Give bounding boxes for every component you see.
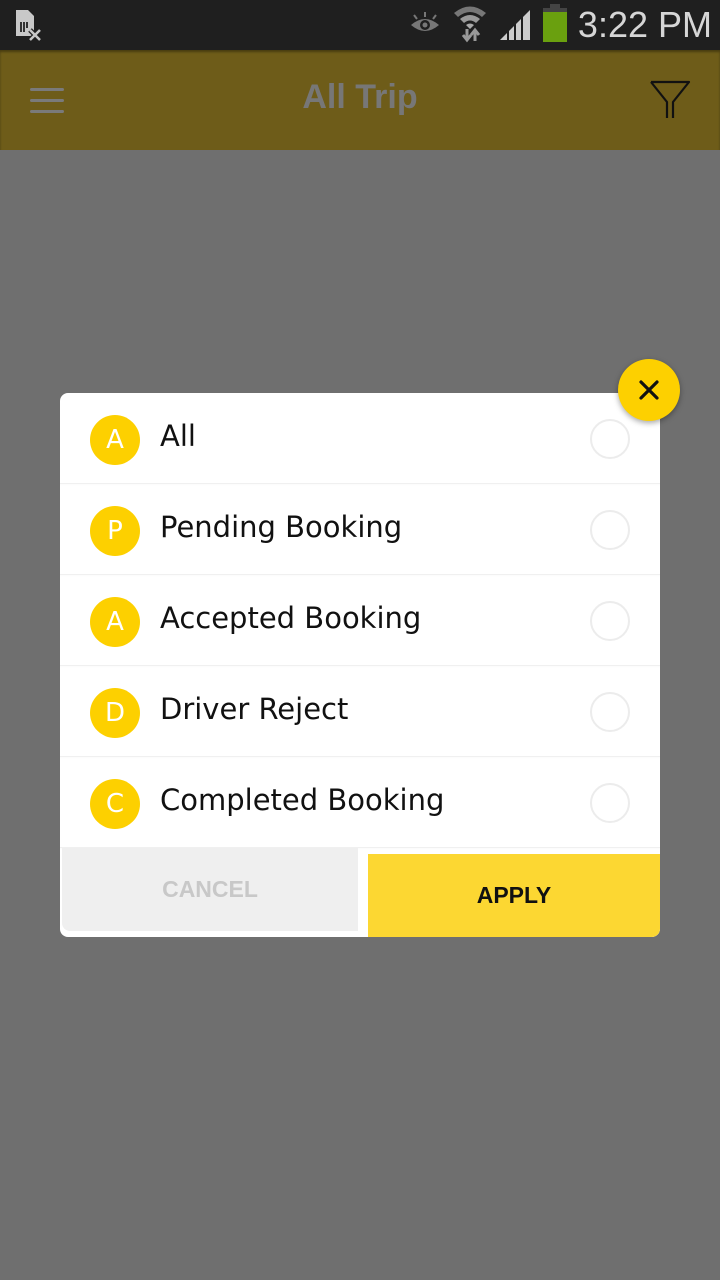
battery-icon bbox=[542, 4, 568, 46]
option-label: Driver Reject bbox=[160, 692, 349, 726]
option-label: All bbox=[160, 419, 196, 453]
signal-icon bbox=[498, 6, 532, 44]
radio-button[interactable] bbox=[590, 783, 630, 823]
status-bar: 3:22 PM bbox=[0, 0, 720, 50]
close-x-icon bbox=[639, 380, 659, 400]
apply-button[interactable]: APPLY bbox=[368, 854, 660, 937]
radio-button[interactable] bbox=[590, 601, 630, 641]
radio-button[interactable] bbox=[590, 419, 630, 459]
option-label: Accepted Booking bbox=[160, 601, 422, 635]
filter-option-pending-booking[interactable]: P Pending Booking bbox=[60, 484, 660, 575]
close-dialog-button[interactable] bbox=[618, 359, 680, 421]
filter-option-accepted-booking[interactable]: A Accepted Booking bbox=[60, 575, 660, 666]
eye-icon bbox=[408, 9, 442, 41]
option-initial-badge: A bbox=[90, 415, 140, 465]
filter-option-all[interactable]: A All bbox=[60, 393, 660, 484]
radio-button[interactable] bbox=[590, 510, 630, 550]
option-initial-badge: D bbox=[90, 688, 140, 738]
option-initial-badge: P bbox=[90, 506, 140, 556]
option-initial-badge: A bbox=[90, 597, 140, 647]
filter-funnel-icon[interactable] bbox=[648, 80, 692, 124]
cancel-button[interactable]: CANCEL bbox=[62, 848, 358, 931]
dialog-actions: CANCEL APPLY bbox=[60, 848, 660, 937]
no-sim-icon bbox=[14, 10, 46, 46]
clock: 3:22 PM bbox=[577, 4, 712, 45]
option-label: Pending Booking bbox=[160, 510, 403, 544]
filter-option-completed-booking[interactable]: C Completed Booking bbox=[60, 757, 660, 848]
option-initial-badge: C bbox=[90, 779, 140, 829]
filter-dialog: A All P Pending Booking A Accepted Booki… bbox=[60, 393, 660, 937]
filter-option-driver-reject[interactable]: D Driver Reject bbox=[60, 666, 660, 757]
app-bar: All Trip bbox=[0, 50, 720, 150]
wifi-icon bbox=[452, 3, 488, 47]
radio-button[interactable] bbox=[590, 692, 630, 732]
option-label: Completed Booking bbox=[160, 783, 445, 817]
page-title: All Trip bbox=[302, 78, 418, 116]
